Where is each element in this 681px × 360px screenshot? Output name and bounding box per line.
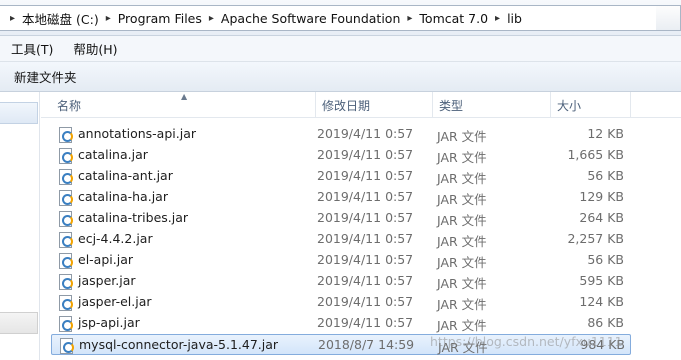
menu-tools[interactable]: 工具(T): [8, 37, 56, 60]
navigation-pane[interactable]: [0, 92, 40, 360]
address-bar: ▸ 本地磁盘 (C:) ▸ Program Files ▸ Apache Sof…: [0, 0, 681, 36]
jar-file-icon: [59, 316, 73, 332]
column-type[interactable]: 类型: [433, 92, 551, 118]
menu-bar: 工具(T) 帮助(H): [0, 36, 681, 62]
jar-file-icon: [59, 295, 73, 311]
breadcrumb-drive[interactable]: 本地磁盘 (C:): [22, 9, 99, 28]
jar-file-icon: [59, 232, 73, 248]
column-header: ▲ 名称 修改日期 类型 大小: [41, 92, 681, 118]
address-dropdown-button[interactable]: [656, 5, 681, 31]
column-modified[interactable]: 修改日期: [316, 92, 433, 118]
toolbar: 新建文件夹: [0, 62, 681, 92]
chevron-right-icon[interactable]: ▸: [407, 13, 412, 24]
jar-file-icon: [60, 338, 74, 354]
breadcrumb-tomcat[interactable]: Tomcat 7.0: [419, 11, 488, 26]
breadcrumb-program-files[interactable]: Program Files: [118, 11, 202, 26]
breadcrumb-apache[interactable]: Apache Software Foundation: [221, 11, 400, 26]
jar-file-icon: [59, 190, 73, 206]
chevron-right-icon[interactable]: ▸: [209, 13, 214, 24]
chevron-right-icon[interactable]: ▸: [106, 13, 111, 24]
jar-file-icon: [59, 211, 73, 227]
menu-help[interactable]: 帮助(H): [70, 37, 120, 60]
jar-file-icon: [59, 148, 73, 164]
file-row[interactable]: ecj-4.4.2.jar 2019/4/11 0:57 JAR 文件 2,25…: [51, 229, 631, 250]
column-size[interactable]: 大小: [551, 92, 631, 118]
file-row[interactable]: catalina-ha.jar 2019/4/11 0:57 JAR 文件 12…: [51, 187, 631, 208]
jar-file-icon: [59, 169, 73, 185]
file-list: ▲ 名称 修改日期 类型 大小 annotations-api.jar 2019…: [41, 92, 681, 360]
new-folder-button[interactable]: 新建文件夹: [14, 67, 77, 86]
file-row[interactable]: annotations-api.jar 2019/4/11 0:57 JAR 文…: [51, 124, 631, 145]
file-row[interactable]: jasper-el.jar 2019/4/11 0:57 JAR 文件 124 …: [51, 292, 631, 313]
chevron-right-icon[interactable]: ▸: [10, 13, 15, 24]
breadcrumb[interactable]: ▸ 本地磁盘 (C:) ▸ Program Files ▸ Apache Sof…: [0, 5, 658, 31]
jar-file-icon: [59, 127, 73, 143]
jar-file-icon: [59, 253, 73, 269]
column-name[interactable]: 名称: [51, 92, 316, 118]
file-row[interactable]: catalina.jar 2019/4/11 0:57 JAR 文件 1,665…: [51, 145, 631, 166]
file-row[interactable]: jasper.jar 2019/4/11 0:57 JAR 文件 595 KB: [51, 271, 631, 292]
jar-file-icon: [59, 274, 73, 290]
file-row[interactable]: catalina-ant.jar 2019/4/11 0:57 JAR 文件 5…: [51, 166, 631, 187]
chevron-right-icon[interactable]: ▸: [495, 13, 500, 24]
file-row[interactable]: jsp-api.jar 2019/4/11 0:57 JAR 文件 86 KB: [51, 313, 631, 334]
nav-item-selected[interactable]: [0, 102, 38, 124]
breadcrumb-lib[interactable]: lib: [507, 11, 522, 26]
file-row[interactable]: el-api.jar 2019/4/11 0:57 JAR 文件 56 KB: [51, 250, 631, 271]
file-row[interactable]: catalina-tribes.jar 2019/4/11 0:57 JAR 文…: [51, 208, 631, 229]
nav-item[interactable]: [0, 312, 38, 334]
watermark: https://blog.csdn.net/yfxu1111: [430, 334, 623, 349]
